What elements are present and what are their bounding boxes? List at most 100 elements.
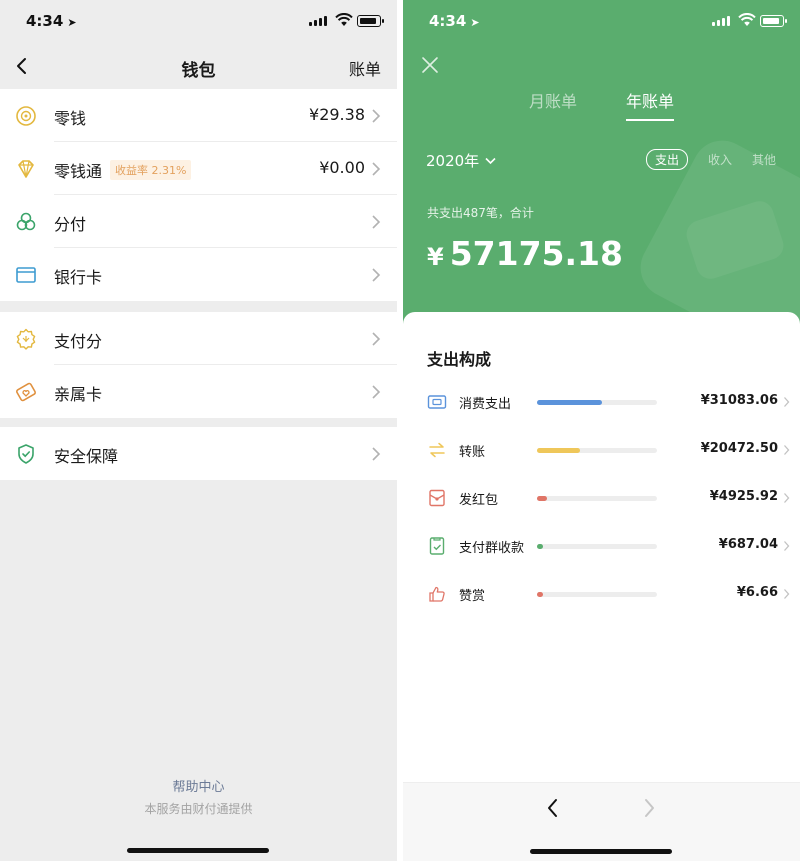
close-icon[interactable] <box>421 56 439 74</box>
thumbs-up-icon <box>429 586 445 602</box>
transfer-icon <box>429 442 445 458</box>
page-title: 钱包 <box>181 61 216 81</box>
forward-arrow-icon[interactable] <box>641 797 657 819</box>
chevron-right-icon <box>784 445 790 455</box>
status-time: 4:34 ➤ <box>429 12 480 30</box>
chevron-right-icon <box>372 162 381 176</box>
bill-link[interactable]: 账单 <box>349 56 381 80</box>
category-row-group-collect[interactable]: 支付群收款 ¥687.04 <box>403 522 800 570</box>
total-amount: ¥ 57175.18 <box>427 234 623 273</box>
menu-item-change[interactable]: 零钱 ¥29.38 <box>0 89 397 142</box>
share-bar <box>537 448 657 453</box>
chevron-right-icon <box>372 385 381 399</box>
chevron-right-icon <box>372 332 381 346</box>
wifi-icon <box>738 13 756 26</box>
menu-item-security[interactable]: 安全保障 <box>0 427 397 480</box>
category-amount: ¥687.04 <box>718 537 778 552</box>
share-bar-fill <box>537 400 602 405</box>
menu-item-pay-score[interactable]: 支付分 <box>0 312 397 365</box>
total-value: 57175.18 <box>449 234 623 273</box>
menu-item-label: 银行卡 <box>54 268 103 287</box>
chevron-right-icon <box>784 541 790 551</box>
bill-header: 4:34 ➤ 月账单 年账单 2020年 支出 收入 其他 共支出487笔，合计 … <box>403 0 800 332</box>
status-bar: 4:34 ➤ <box>0 0 397 44</box>
category-label: 支付群收款 <box>459 541 525 556</box>
filter-income[interactable]: 收入 <box>708 151 732 168</box>
category-label: 消费支出 <box>459 397 512 412</box>
wallet-nav-bar: 钱包 账单 <box>0 44 397 88</box>
wallet-screen: 4:34 ➤ 钱包 账单 零钱 ¥29.38 零钱通 收益率 2.31% ¥0.00… <box>0 0 397 861</box>
family-card-icon <box>16 382 36 402</box>
chevron-right-icon <box>372 215 381 229</box>
chevron-right-icon <box>372 268 381 282</box>
battery-icon <box>760 15 787 27</box>
chevron-right-icon <box>784 589 790 599</box>
diamond-icon <box>18 160 34 178</box>
location-arrow-icon: ➤ <box>67 16 77 29</box>
annual-bill-screen: 4:34 ➤ 月账单 年账单 2020年 支出 收入 其他 共支出487笔，合计 … <box>403 0 800 861</box>
category-row-appreciation[interactable]: 赞赏 ¥6.66 <box>403 570 800 618</box>
expense-breakdown-card: 支出构成 消费支出 ¥31083.06 转账 ¥20472.50 发红包 ¥49… <box>403 312 800 782</box>
menu-item-label: 安全保障 <box>54 447 119 466</box>
yield-badge: 收益率 2.31% <box>110 160 192 180</box>
menu-item-label: 零钱 <box>54 109 87 128</box>
share-bar <box>537 592 657 597</box>
group-collect-icon <box>429 537 445 555</box>
share-bar-fill <box>537 592 543 597</box>
year-selector[interactable]: 2020年 <box>426 150 496 171</box>
share-bar <box>537 496 657 501</box>
year-selector-label: 2020年 <box>426 152 480 170</box>
filter-other[interactable]: 其他 <box>752 151 776 168</box>
red-packet-icon <box>429 489 445 507</box>
status-time: 4:34 ➤ <box>26 12 77 30</box>
back-arrow-icon[interactable] <box>545 797 561 819</box>
category-row-transfer[interactable]: 转账 ¥20472.50 <box>403 426 800 474</box>
currency-symbol: ¥ <box>427 243 444 271</box>
wallet-group-balance: 零钱 ¥29.38 零钱通 收益率 2.31% ¥0.00 分付 银行卡 <box>0 89 397 301</box>
card-icon <box>16 267 36 283</box>
home-indicator[interactable] <box>127 848 269 853</box>
coin-icon <box>16 106 36 126</box>
menu-item-fenfu[interactable]: 分付 <box>0 195 397 248</box>
share-bar-fill <box>537 544 543 549</box>
category-amount: ¥31083.06 <box>700 393 778 408</box>
service-provider-note: 本服务由财付通提供 <box>144 802 253 816</box>
signal-icon <box>712 16 730 26</box>
shield-icon <box>18 444 34 464</box>
status-bar: 4:34 ➤ <box>403 0 800 44</box>
wallet-group-credit: 支付分 亲属卡 <box>0 312 397 418</box>
menu-item-value: ¥0.00 <box>319 158 365 177</box>
category-amount: ¥20472.50 <box>700 441 778 456</box>
menu-item-label: 分付 <box>54 215 87 234</box>
share-bar <box>537 544 657 549</box>
category-label: 转账 <box>459 445 486 460</box>
category-row-consumption[interactable]: 消费支出 ¥31083.06 <box>403 378 800 426</box>
home-indicator[interactable] <box>530 849 672 854</box>
location-arrow-icon: ➤ <box>470 16 480 29</box>
help-center-link[interactable]: 帮助中心 <box>0 776 397 795</box>
type-filter: 支出 收入 其他 <box>645 149 776 170</box>
badge-icon <box>16 328 36 350</box>
menu-item-bank-card[interactable]: 银行卡 <box>0 248 397 301</box>
expense-summary: 共支出487笔，合计 <box>427 206 534 220</box>
category-label: 发红包 <box>459 493 499 508</box>
filter-expense[interactable]: 支出 <box>645 149 688 170</box>
clover-icon <box>16 212 36 231</box>
share-bar <box>537 400 657 405</box>
section-title: 支出构成 <box>427 350 492 369</box>
wallet-group-security: 安全保障 <box>0 427 397 480</box>
menu-item-lingqiantong[interactable]: 零钱通 收益率 2.31% ¥0.00 <box>0 142 397 195</box>
signal-icon <box>309 16 327 26</box>
battery-icon <box>357 15 384 27</box>
menu-item-label: 亲属卡 <box>54 385 103 404</box>
tab-annual-bill[interactable]: 年账单 <box>626 88 675 121</box>
bill-tabs: 月账单 年账单 <box>403 88 800 121</box>
share-bar-fill <box>537 448 580 453</box>
menu-item-label: 零钱通 收益率 2.31% <box>54 158 192 182</box>
chevron-down-icon <box>485 157 496 164</box>
menu-item-family-card[interactable]: 亲属卡 <box>0 365 397 418</box>
category-label: 赞赏 <box>459 589 486 604</box>
category-row-red-packet[interactable]: 发红包 ¥4925.92 <box>403 474 800 522</box>
chevron-right-icon <box>372 109 381 123</box>
tab-monthly-bill[interactable]: 月账单 <box>529 88 577 112</box>
